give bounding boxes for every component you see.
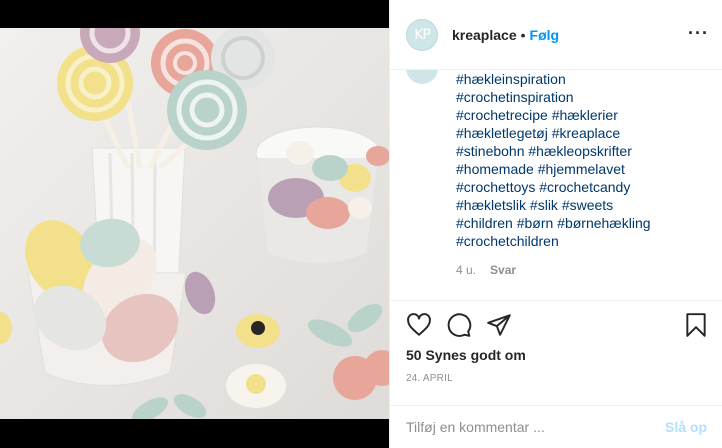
share-icon[interactable] bbox=[486, 312, 512, 338]
comment-input[interactable] bbox=[406, 419, 665, 435]
post-header: KP kreaplace • Følg ··· bbox=[390, 0, 722, 70]
avatar-initials: KP bbox=[414, 26, 431, 43]
hashtag-line[interactable]: #hækletlegetøj #kreaplace bbox=[456, 124, 706, 142]
crochet-candy-photo bbox=[0, 28, 389, 419]
likes-count[interactable]: 50 Synes godt om bbox=[406, 347, 526, 363]
hashtag-line[interactable]: #hækletslik #slik #sweets bbox=[456, 196, 706, 214]
hashtag-line[interactable]: #children #børn #børnehækling bbox=[456, 214, 706, 232]
hashtag-line[interactable]: #homemade #hjemmelavet bbox=[456, 160, 706, 178]
add-comment-form: Slå op bbox=[390, 405, 722, 448]
heart-icon[interactable] bbox=[406, 312, 432, 338]
username-link[interactable]: kreaplace bbox=[452, 27, 517, 43]
action-bar: 50 Synes godt om 24. APRIL bbox=[390, 300, 722, 405]
avatar[interactable]: KP bbox=[406, 18, 438, 51]
follow-button[interactable]: Følg bbox=[530, 27, 560, 43]
post-image[interactable] bbox=[0, 28, 389, 419]
post-date[interactable]: 24. APRIL bbox=[406, 373, 453, 384]
hashtag-line[interactable]: #crochetinspiration bbox=[456, 88, 706, 106]
caption-meta: 4 u. Svar bbox=[456, 263, 516, 277]
more-horizontal-icon[interactable]: ··· bbox=[688, 24, 709, 42]
bookmark-icon[interactable] bbox=[683, 312, 709, 338]
hashtag-line[interactable]: #crochettoys #crochetcandy bbox=[456, 178, 706, 196]
post-side-panel: KP kreaplace • Følg ··· N #hækleinspirat… bbox=[389, 0, 722, 448]
separator-dot: • bbox=[520, 26, 526, 43]
reply-button[interactable]: Svar bbox=[490, 263, 516, 277]
caption-text: #hækleinspiration #crochetinspiration #c… bbox=[456, 70, 706, 250]
hashtag-line[interactable]: #crochetrecipe #hæklerier bbox=[456, 106, 706, 124]
caption-avatar[interactable]: N bbox=[406, 70, 438, 84]
hashtag-line[interactable]: #stinebohn #hækleopskrifter bbox=[456, 142, 706, 160]
post-comment-button[interactable]: Slå op bbox=[665, 419, 707, 435]
hashtag-line[interactable]: #hækleinspiration bbox=[456, 70, 706, 88]
caption-area: N #hækleinspiration #crochetinspiration … bbox=[390, 70, 722, 300]
comment-icon[interactable] bbox=[446, 312, 472, 338]
caption-age[interactable]: 4 u. bbox=[456, 263, 476, 277]
hashtag-line[interactable]: #crochetchildren bbox=[456, 232, 706, 250]
post-dialog: KP kreaplace • Følg ··· N #hækleinspirat… bbox=[0, 0, 722, 448]
post-media bbox=[0, 0, 389, 448]
